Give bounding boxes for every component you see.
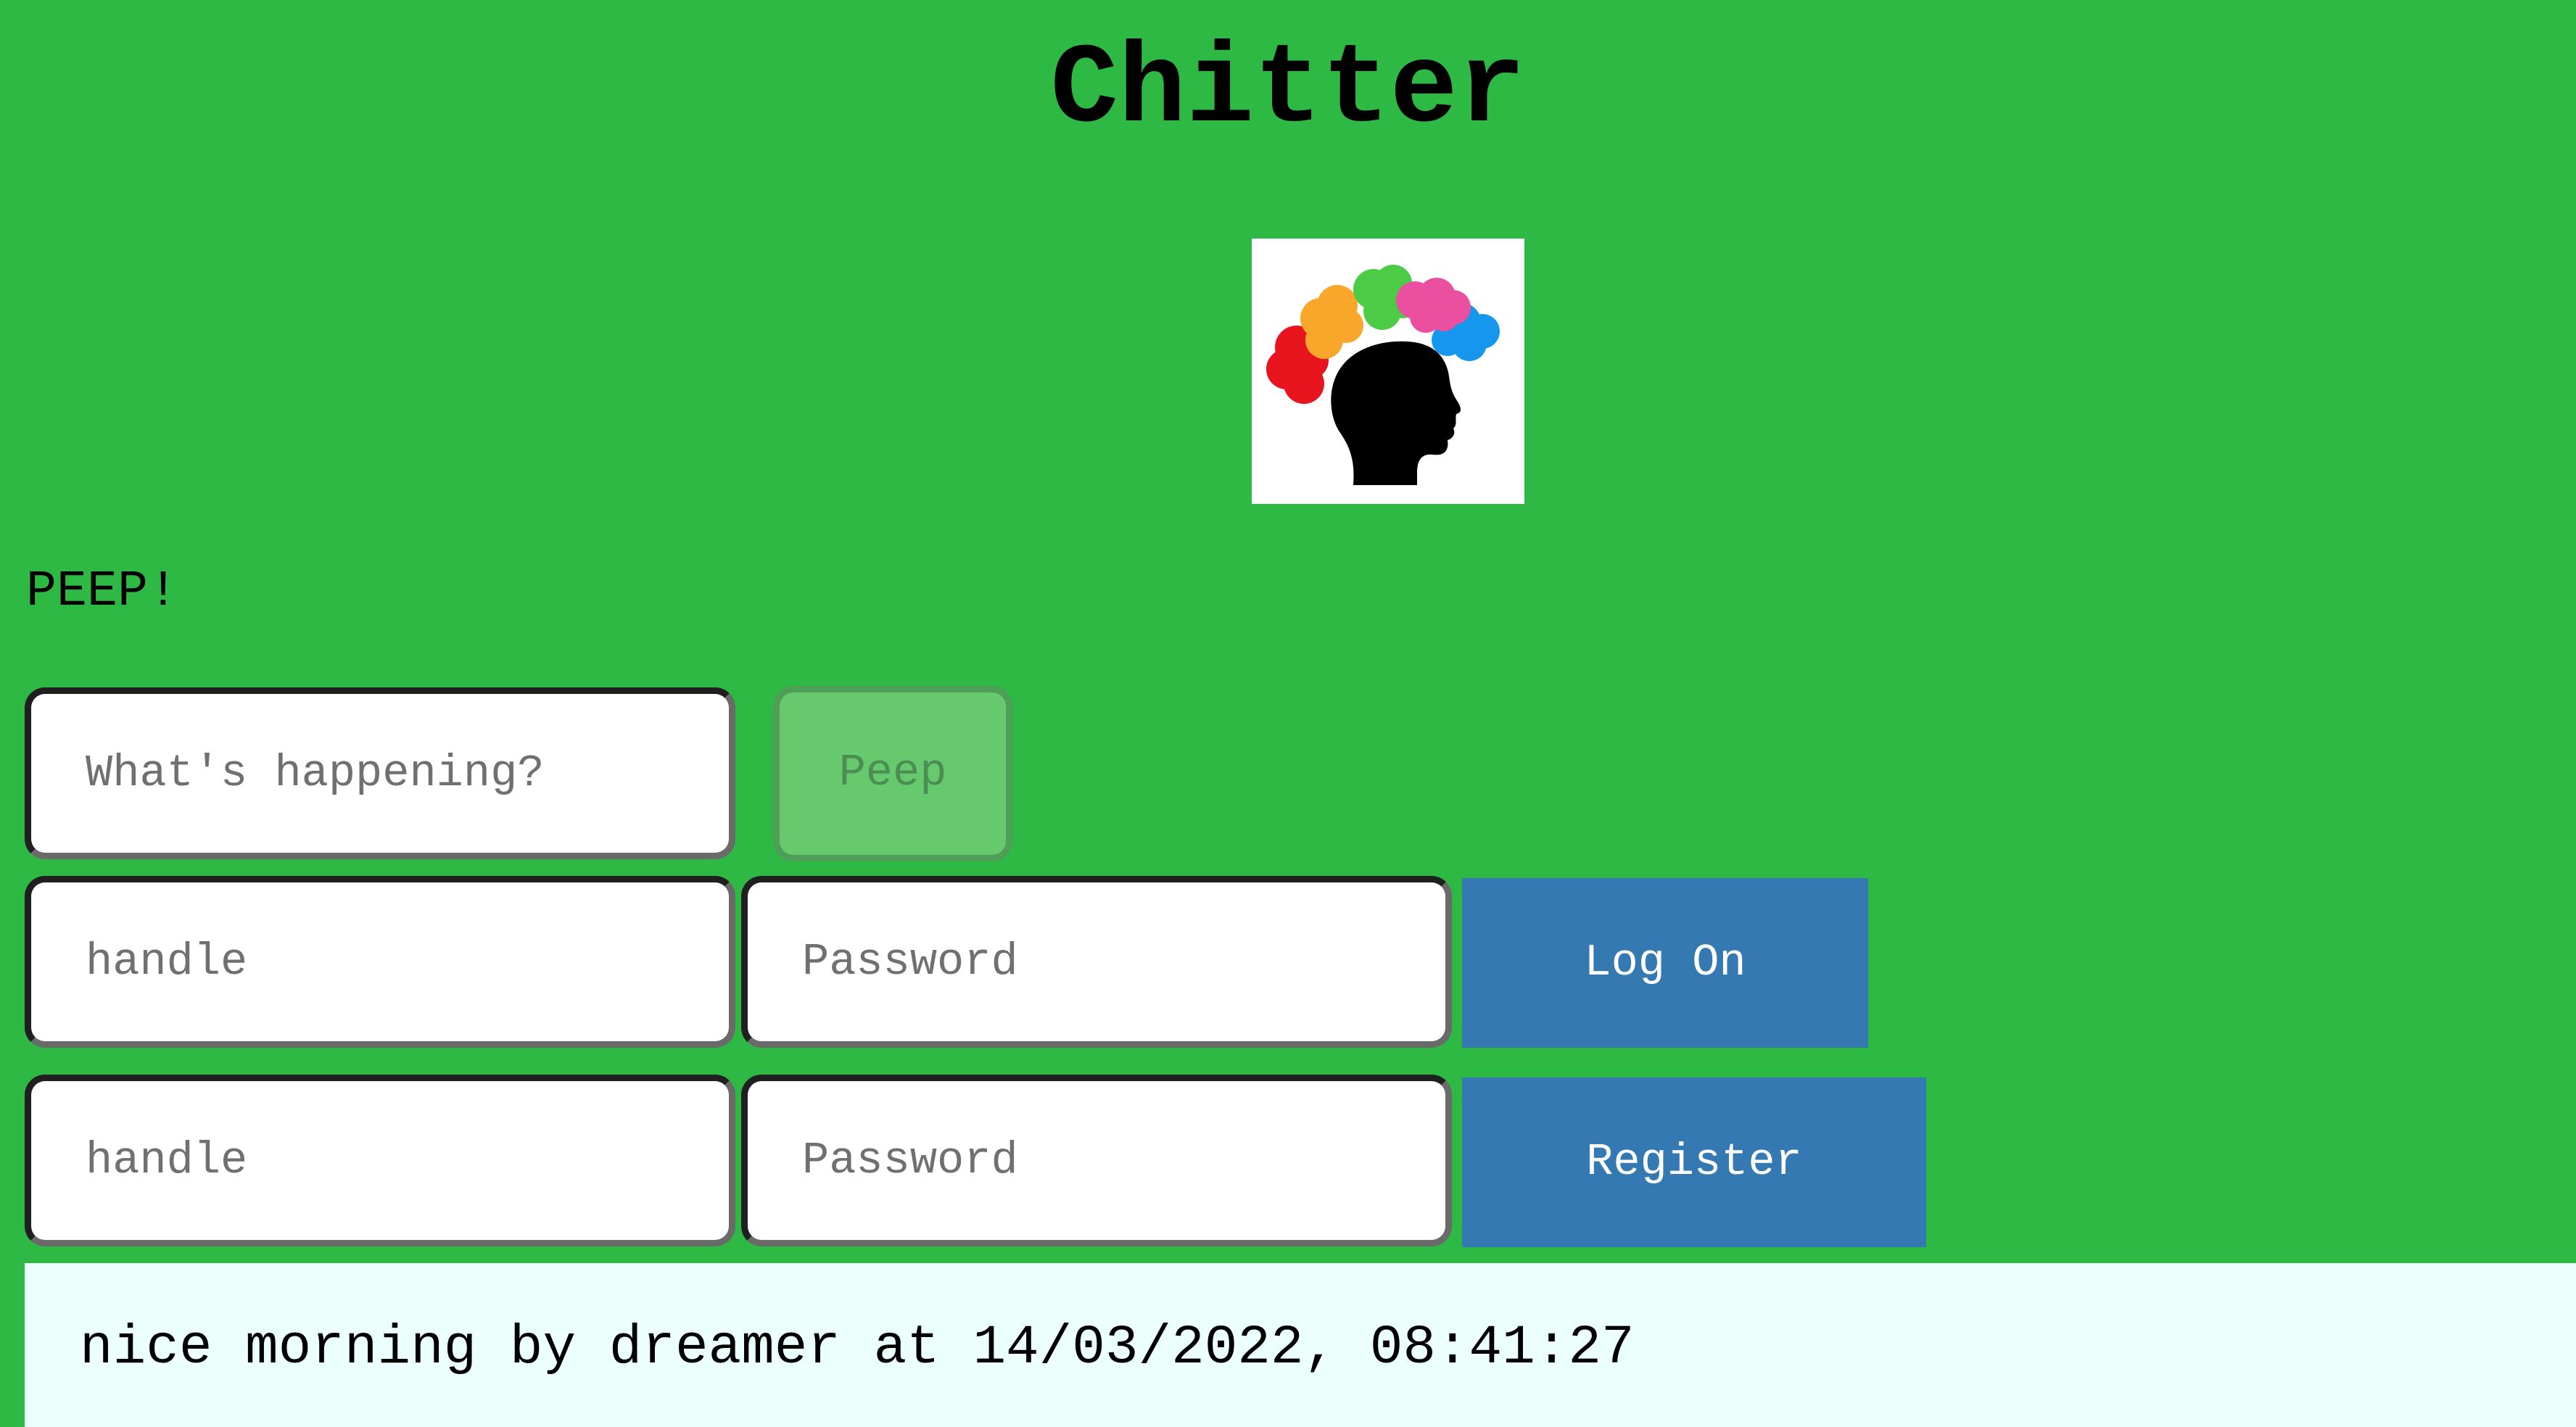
register-button[interactable]: Register bbox=[1462, 1078, 1926, 1247]
peep-label: PEEP! bbox=[26, 563, 179, 621]
peep-timestamp: 14/03/2022, 08:41:27 bbox=[973, 1317, 1635, 1379]
register-password-input[interactable] bbox=[741, 1075, 1452, 1246]
chitter-logo bbox=[1252, 239, 1524, 504]
peep-input[interactable] bbox=[25, 687, 735, 859]
register-handle-input[interactable] bbox=[25, 1075, 735, 1246]
peep-text: nice morning bbox=[80, 1317, 477, 1379]
peep-item: nice morning by dreamer at 14/03/2022, 0… bbox=[80, 1317, 1635, 1379]
peep-button[interactable]: Peep bbox=[773, 686, 1012, 861]
app-title: Chitter bbox=[1050, 26, 1526, 154]
login-password-input[interactable] bbox=[741, 876, 1452, 1048]
peep-feed: nice morning by dreamer at 14/03/2022, 0… bbox=[25, 1263, 2576, 1427]
head-with-colorful-brains-icon bbox=[1266, 265, 1500, 485]
peep-author: dreamer bbox=[608, 1317, 841, 1379]
login-handle-input[interactable] bbox=[25, 876, 735, 1048]
log-on-button[interactable]: Log On bbox=[1462, 878, 1868, 1048]
